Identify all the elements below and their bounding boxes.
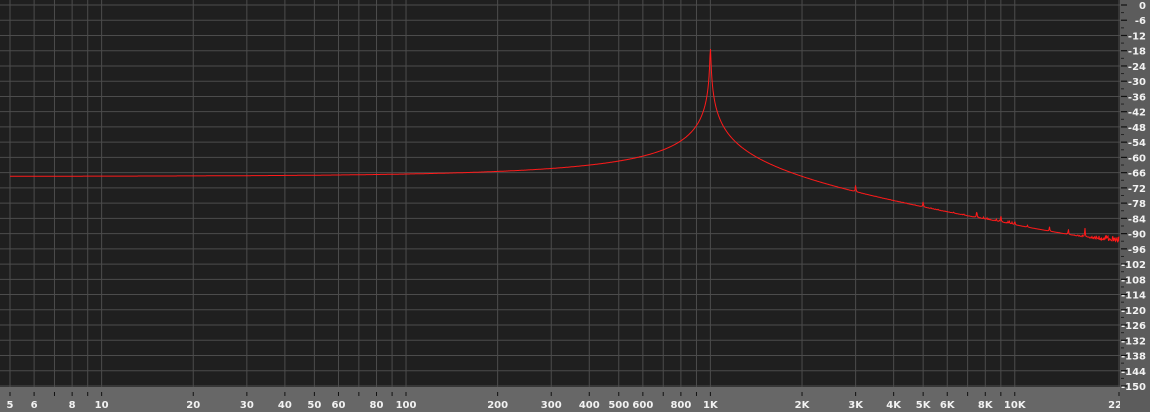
- x-tick-label: 500: [608, 400, 629, 411]
- y-tick-label: -84: [1128, 214, 1146, 225]
- x-tick-label: 30: [240, 400, 254, 411]
- x-tick-label: 5K: [916, 400, 932, 411]
- x-tick-label: 100: [396, 400, 417, 411]
- plot-area: [0, 0, 1120, 387]
- x-tick-label: 50: [307, 400, 321, 411]
- y-tick-label: -90: [1128, 230, 1146, 241]
- y-tick-label: -66: [1128, 169, 1146, 180]
- y-tick-label: -54: [1128, 138, 1146, 149]
- y-tick-label: -36: [1128, 92, 1146, 103]
- y-tick-label: -96: [1128, 245, 1146, 256]
- x-tick-label: 60: [332, 400, 346, 411]
- y-tick-label: -12: [1128, 31, 1146, 42]
- frequency-axis: 5 6 8 10 20 30 40 50 60 80 100 200 300 400 500 600 800 1K…: [0, 387, 1150, 412]
- y-tick-label: -150: [1121, 382, 1146, 393]
- x-tick-label: 4K: [886, 400, 902, 411]
- y-tick-label: -78: [1128, 199, 1146, 210]
- x-tick-label: 80: [370, 400, 384, 411]
- x-tick-label: 400: [579, 400, 600, 411]
- y-tick-label: -132: [1121, 336, 1146, 347]
- x-tick-label: 6: [31, 400, 38, 411]
- x-tick-label: 300: [541, 400, 562, 411]
- spectrum-analyzer: 5 6 8 10 20 30 40 50 60 80 100 200 300 400 500 600 800 1K…: [0, 0, 1150, 412]
- y-tick-label: -72: [1128, 184, 1146, 195]
- x-tick-label: 8: [69, 400, 76, 411]
- x-tick-label: 1K: [703, 400, 719, 411]
- y-tick-label: -6: [1135, 16, 1146, 27]
- y-tick-label: -24: [1128, 62, 1146, 73]
- y-tick-label: -144: [1121, 367, 1146, 378]
- y-tick-label: -42: [1128, 108, 1146, 119]
- level-axis: 0 -6 -12 -18 -24 -30 -36 -42 -48 -54 -60 -66 -72 -78 -…: [1120, 0, 1150, 412]
- y-tick-label: -114: [1121, 291, 1146, 302]
- y-tick-label: -126: [1121, 321, 1146, 332]
- x-tick-label: 10K: [1004, 400, 1027, 411]
- x-tick-label: 10: [95, 400, 109, 411]
- x-tick-label: 2K: [795, 400, 811, 411]
- y-tick-label: -120: [1121, 306, 1146, 317]
- x-tick-label: 6K: [940, 400, 956, 411]
- y-tick-label: -48: [1128, 123, 1146, 134]
- y-tick-label: -102: [1121, 260, 1146, 271]
- spectrum-chart: 5 6 8 10 20 30 40 50 60 80 100 200 300 400 500 600 800 1K…: [0, 0, 1150, 412]
- y-tick-label: -30: [1128, 77, 1146, 88]
- y-tick-label: 0: [1139, 1, 1146, 12]
- y-tick-label: -18: [1128, 47, 1146, 58]
- y-tick-label: -138: [1121, 352, 1146, 363]
- x-tick-label: 5: [7, 400, 14, 411]
- x-tick-label: 600: [632, 400, 653, 411]
- x-tick-label: 200: [487, 400, 508, 411]
- y-tick-label: -108: [1121, 275, 1146, 286]
- x-tick-label: 40: [278, 400, 292, 411]
- x-tick-label: 800: [670, 400, 691, 411]
- x-tick-label: 20: [186, 400, 200, 411]
- x-tick-label: 3K: [848, 400, 864, 411]
- x-tick-label: 8K: [978, 400, 994, 411]
- y-tick-label: -60: [1128, 153, 1146, 164]
